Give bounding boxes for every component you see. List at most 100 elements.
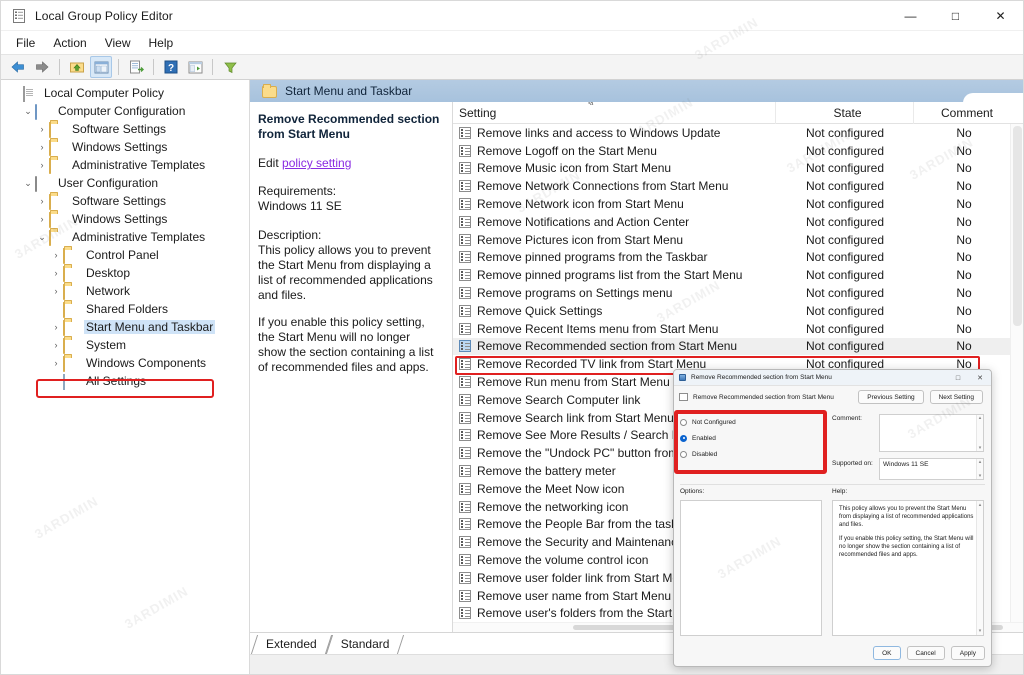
table-row[interactable]: Remove Music icon from Start Menu Not con… [453,160,1023,178]
tree-expander-icon[interactable]: › [35,196,49,206]
show-hide-console-tree-icon[interactable] [90,56,112,78]
tree-expander-icon[interactable]: › [49,358,63,368]
tree-expander-icon[interactable]: › [49,340,63,350]
policy-setting-link[interactable]: policy setting [282,156,351,170]
cell-state: Not configured [805,143,885,158]
radio-not-configured[interactable]: Not Configured [680,414,822,430]
tree-expander-icon[interactable]: ⌄ [35,232,49,243]
table-row[interactable]: Remove Logoff on the Start Menu Not confi… [453,142,1023,160]
tree-expander-icon[interactable]: › [35,124,49,134]
tree-item-software-settings[interactable]: › Software Settings [1,120,249,138]
toolbar-separator [153,59,154,75]
tree-expander-icon[interactable]: › [49,268,63,278]
dialog-maximize-button[interactable]: □ [947,370,969,386]
menu-file[interactable]: File [7,34,44,52]
options-panel[interactable] [680,500,822,636]
radio-enabled[interactable]: Enabled [680,430,822,446]
tree-expander-icon[interactable]: › [49,250,63,260]
table-row[interactable]: Remove Quick Settings Not configured No [453,302,1023,320]
tree-expander-icon[interactable]: › [35,214,49,224]
column-header-state[interactable]: State [776,102,914,124]
tree-item-windows-settings[interactable]: › Windows Settings [1,210,249,228]
tree-item-administrative-templates[interactable]: ⌄ Administrative Templates [1,228,249,246]
tab-standard[interactable]: Standard [329,635,402,654]
table-row[interactable]: Remove pinned programs from the Taskbar N… [453,249,1023,267]
column-header-comment[interactable]: Comment [914,102,1014,124]
minimize-button[interactable]: — [888,1,933,31]
cell-state: Not configured [805,161,885,176]
tree-item-software-settings[interactable]: › Software Settings [1,192,249,210]
tree-item-network[interactable]: › Network [1,282,249,300]
policy-setting-icon [459,447,471,460]
previous-setting-button[interactable]: Previous Setting [858,390,924,404]
tree-item-all-settings[interactable]: All Settings [1,372,249,390]
table-row[interactable]: Remove Notifications and Action Center No… [453,213,1023,231]
table-row[interactable]: Remove pinned programs list from the Sta… [453,266,1023,284]
tree-item-user-configuration[interactable]: ⌄ User Configuration [1,174,249,192]
cell-setting-label: Remove Network Connections from Start Me… [477,179,729,194]
list-vertical-scrollbar[interactable] [1010,124,1023,622]
tree-item-windows-settings[interactable]: › Windows Settings [1,138,249,156]
tree-expander-icon[interactable]: › [35,160,49,170]
table-row[interactable]: Remove Network icon from Start Menu Not c… [453,195,1023,213]
table-row[interactable]: Remove programs on Settings menu Not conf… [453,284,1023,302]
cell-setting-label: Remove pinned programs from the Taskbar [477,250,708,265]
tree-expander-icon[interactable]: ⌄ [21,178,35,189]
help-scrollbar[interactable]: ▴ ▾ [976,501,983,635]
maximize-button[interactable]: □ [933,1,978,31]
cancel-button[interactable]: Cancel [906,646,945,660]
dialog-close-button[interactable]: ✕ [969,370,991,386]
menu-view[interactable]: View [96,34,140,52]
table-row[interactable]: Remove Recent Items menu from Start Menu… [453,320,1023,338]
tree-item-system[interactable]: › System [1,336,249,354]
window-title: Local Group Policy Editor [35,8,173,23]
policy-setting-icon [459,500,471,513]
console-tree[interactable]: Local Computer Policy ⌄ Computer Configura… [1,80,250,674]
tree-expander-icon[interactable]: › [49,286,63,296]
tree-item-label: Local Computer Policy [44,86,165,100]
tree-item-windows-components[interactable]: › Windows Components [1,354,249,372]
up-folder-icon[interactable] [66,56,88,78]
list-vertical-scroll-thumb[interactable] [1013,126,1022,326]
close-button[interactable]: ✕ [978,1,1023,31]
folder-icon [63,302,65,318]
table-row[interactable]: Remove Pictures icon from Start Menu Not … [453,231,1023,249]
dialog-title-bar: Remove Recommended section from Start Me… [674,370,991,386]
help-icon[interactable]: ? [160,56,182,78]
menu-action[interactable]: Action [44,34,95,52]
properties-icon[interactable] [184,56,206,78]
back-icon[interactable] [7,56,29,78]
column-header-setting[interactable]: Setting ⱏ [453,102,776,124]
cell-state: Not configured [805,268,885,283]
tree-item-control-panel[interactable]: › Control Panel [1,246,249,264]
forward-icon[interactable] [31,56,53,78]
tab-extended[interactable]: Extended [254,635,329,654]
tree-item-computer-configuration[interactable]: ⌄ Computer Configuration [1,102,249,120]
tree-item-desktop[interactable]: › Desktop [1,264,249,282]
state-radio-group[interactable]: Not Configured Enabled Disabled [680,414,822,462]
comment-input[interactable]: ▴ ▾ [879,414,984,452]
policy-setting-icon [459,607,471,620]
policy-setting-dialog: Remove Recommended section from Start Me… [673,369,992,667]
export-list-icon[interactable] [125,56,147,78]
radio-disabled[interactable]: Disabled [680,446,822,462]
table-row[interactable]: Remove Network Connections from Start Me… [453,177,1023,195]
ok-button[interactable]: OK [873,646,901,660]
tree-expander-icon[interactable]: ⌄ [21,106,35,117]
tree-item-local-computer-policy[interactable]: Local Computer Policy [1,84,249,102]
apply-button[interactable]: Apply [950,646,985,660]
next-setting-button[interactable]: Next Setting [929,390,983,404]
tree-item-administrative-templates[interactable]: › Administrative Templates [1,156,249,174]
table-row[interactable]: Remove Recommended section from Start Me… [453,337,1023,356]
table-row[interactable]: Remove links and access to Windows Updat… [453,124,1023,142]
comment-scrollbar[interactable]: ▴ ▾ [976,415,983,451]
menu-help[interactable]: Help [140,34,183,52]
supported-on-scrollbar[interactable]: ▴ ▾ [976,459,983,479]
policy-setting-icon [459,340,471,353]
tree-expander-icon[interactable]: › [35,142,49,152]
tree-expander-icon[interactable]: › [49,322,63,332]
folder-icon [63,338,65,354]
tree-item-shared-folders[interactable]: Shared Folders [1,300,249,318]
filter-icon[interactable] [219,56,241,78]
tree-item-start-menu-and-taskbar[interactable]: › Start Menu and Taskbar [1,318,249,336]
